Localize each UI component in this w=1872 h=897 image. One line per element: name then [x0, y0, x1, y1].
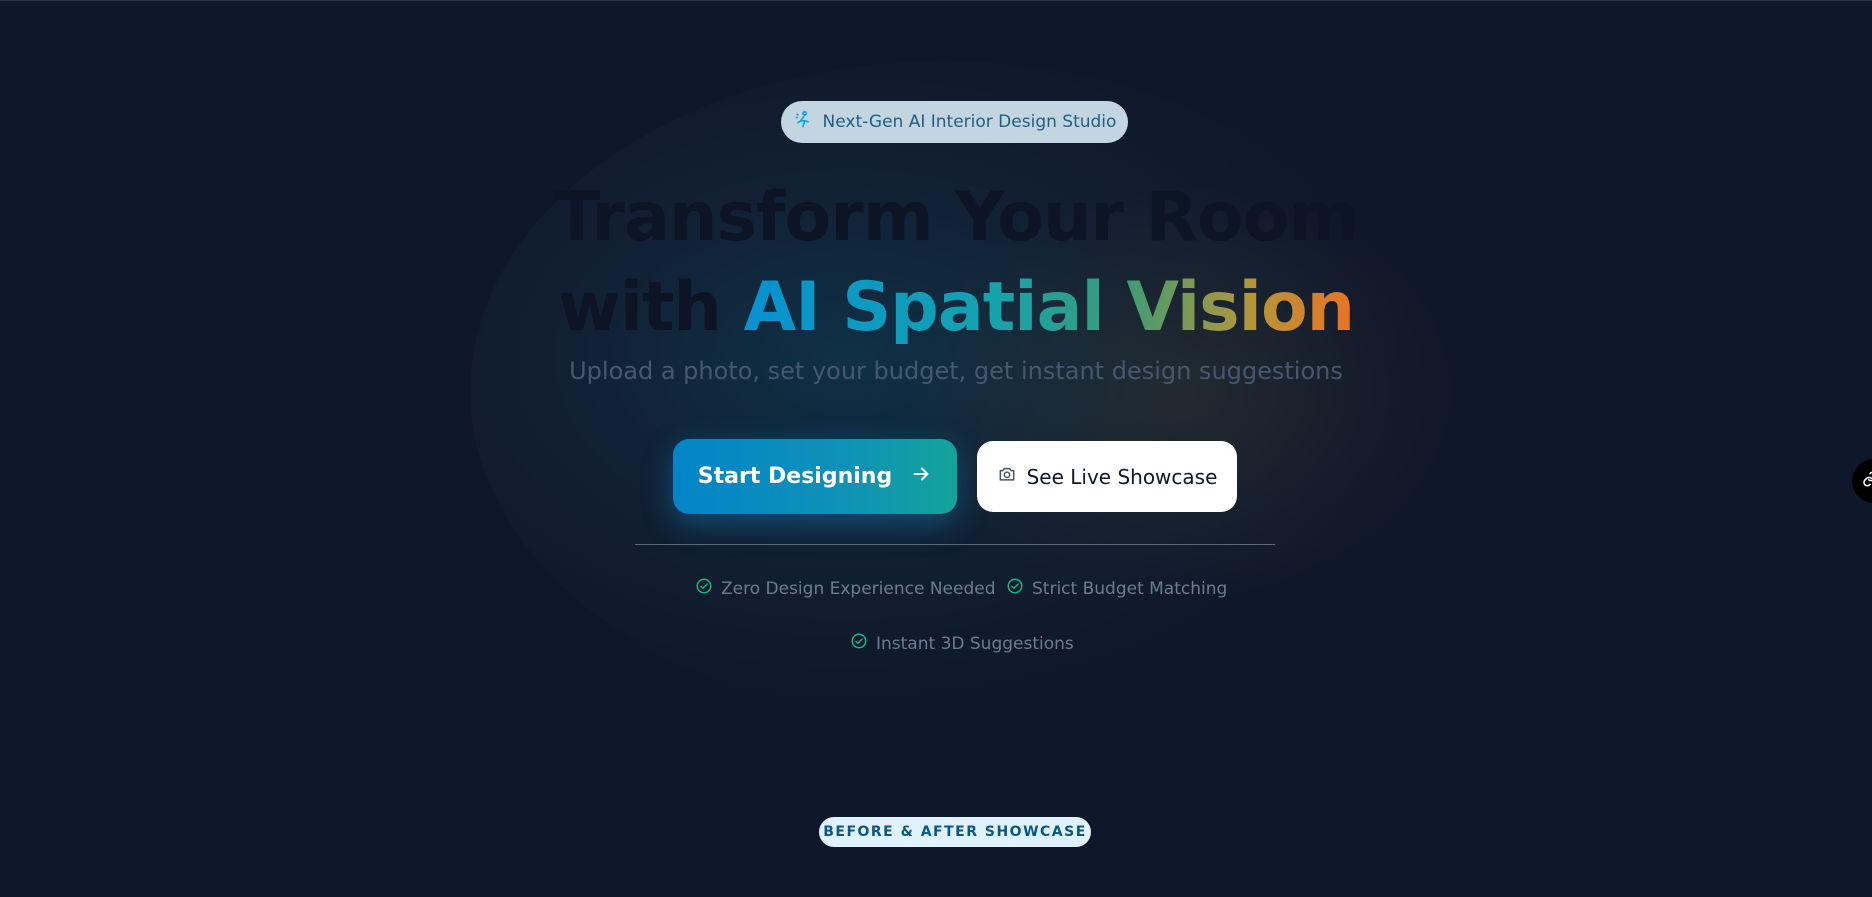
link-icon	[1862, 471, 1872, 492]
showcase-section-badge: BEFORE & AFTER SHOWCASE	[819, 817, 1091, 847]
feature-item: Zero Design Experience Needed	[695, 577, 996, 600]
hero-subtitle: Upload a photo, set your budget, get ins…	[569, 357, 1343, 385]
check-circle-icon	[1006, 577, 1024, 600]
start-designing-button[interactable]: Start Designing	[673, 439, 957, 514]
feature-label: Strict Budget Matching	[1032, 578, 1228, 599]
start-designing-label: Start Designing	[697, 464, 893, 489]
headline-prefix: with	[557, 268, 744, 347]
camera-icon	[997, 464, 1017, 489]
hero-badge: Next-Gen AI Interior Design Studio	[781, 101, 1128, 143]
see-live-showcase-button[interactable]: See Live Showcase	[977, 441, 1237, 512]
landing-page: Next-Gen AI Interior Design Studio Trans…	[0, 0, 1872, 897]
headline-line-1: Transform Your Room	[553, 178, 1360, 257]
arrow-right-icon	[910, 463, 932, 491]
check-circle-icon	[850, 632, 868, 655]
hero-divider	[635, 544, 1275, 545]
headline-highlight: AI Spatial Vision	[743, 268, 1355, 347]
background-glow	[470, 61, 1420, 721]
floating-widget-button[interactable]	[1852, 459, 1872, 503]
sparkle-person-icon	[793, 110, 813, 135]
feature-label: Instant 3D Suggestions	[876, 633, 1074, 654]
headline-line-2: with AI Spatial Vision	[0, 263, 1872, 353]
check-circle-icon	[695, 577, 713, 600]
see-live-showcase-label: See Live Showcase	[1026, 464, 1218, 489]
hero-headline: Transform Your Room with AI Spatial Visi…	[0, 173, 1872, 353]
hero-badge-label: Next-Gen AI Interior Design Studio	[822, 112, 1117, 132]
feature-item: Instant 3D Suggestions	[850, 632, 1074, 655]
feature-item: Strict Budget Matching	[1006, 577, 1227, 600]
feature-label: Zero Design Experience Needed	[721, 578, 996, 599]
